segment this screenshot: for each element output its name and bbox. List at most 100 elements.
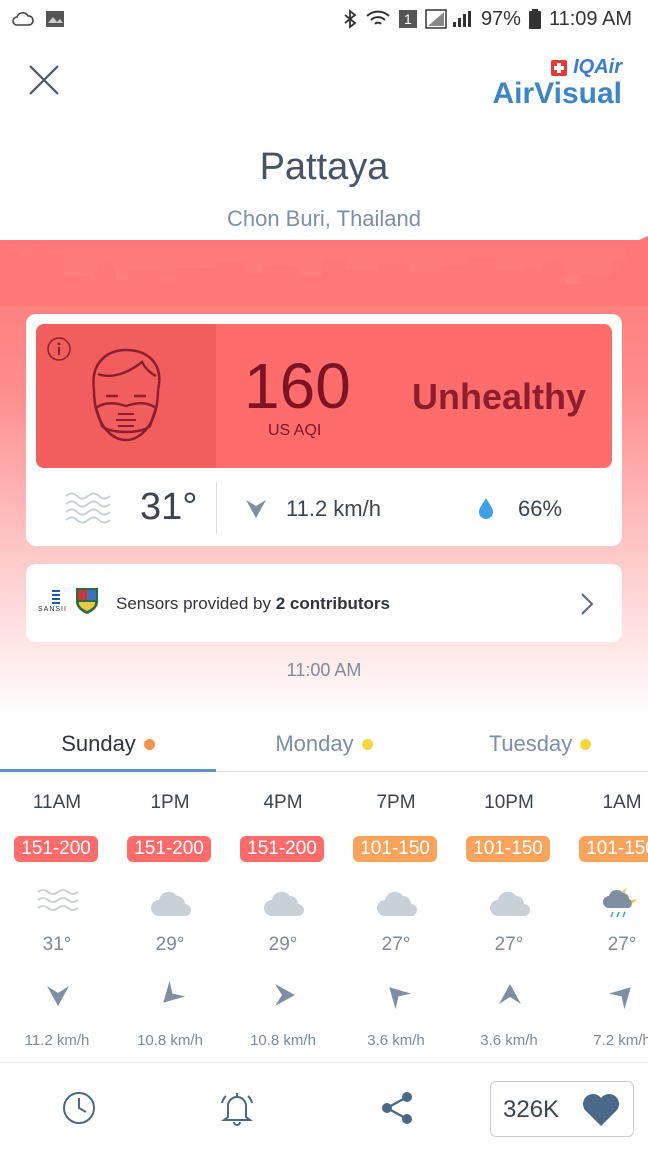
share-icon[interactable]	[378, 1089, 416, 1127]
night-rain-icon	[603, 888, 637, 918]
humidity: 66%	[518, 496, 563, 521]
hour-temp: 29°	[268, 934, 298, 955]
aqi-dot-icon	[580, 738, 592, 750]
sensors-text: Sensors provided by 2 contributors	[116, 594, 390, 614]
wind-speed: 11.2 km/h	[286, 496, 381, 521]
hour-time: 4PM	[263, 792, 303, 813]
city-name: Pattaya	[259, 146, 389, 188]
aqi-status: Unhealthy	[412, 376, 587, 417]
active-tab-indicator	[0, 769, 216, 772]
hour-aqi-chip: 151-200	[240, 836, 324, 862]
divider	[216, 482, 217, 534]
hour-temp: 31°	[42, 934, 72, 955]
southwest-wind-arrow-icon	[163, 980, 186, 1003]
update-time: 11:00 AM	[286, 660, 362, 680]
aqi-dot-icon	[143, 738, 155, 750]
hour-wind: 7.2 km/h	[593, 1032, 648, 1049]
cloud-icon	[151, 891, 191, 916]
hour-aqi-chip: 101-150	[466, 836, 550, 862]
cell-signal-icon	[425, 9, 471, 29]
cloud-icon	[377, 891, 417, 916]
battery-percent: 97%	[480, 7, 521, 30]
sansii-logo-icon	[52, 590, 60, 604]
likes-count: 326K	[503, 1096, 560, 1123]
hour-aqi-chip: 101-150	[353, 836, 437, 862]
humidity-drop-icon	[479, 498, 493, 519]
cloud-icon	[490, 891, 530, 916]
hour-temp: 27°	[494, 934, 524, 955]
hour-item: 4PM 151-200 29° 10.8 km/h	[226, 780, 340, 1060]
face-mask-icon	[92, 348, 161, 442]
cloud-upload-icon	[12, 12, 34, 26]
signal-badge: 1	[398, 10, 417, 28]
hour-temp: 29°	[155, 934, 185, 955]
hour-time: 7PM	[376, 792, 416, 813]
wind-arrow-icon	[246, 500, 266, 518]
brand-iqair: IQAir	[573, 56, 622, 78]
history-clock-icon[interactable]	[60, 1089, 98, 1127]
sansii-logo-text: SANSII	[38, 606, 67, 613]
bell-alert-icon[interactable]	[218, 1089, 256, 1127]
aqi-panel: 160 US AQI Unhealthy	[36, 324, 612, 468]
hour-item: 10PM 101-150 27° 3.6 km/h	[452, 780, 566, 1060]
chevron-right-icon[interactable]	[576, 592, 596, 616]
battery-icon	[528, 9, 541, 29]
hour-temp: 27°	[607, 934, 637, 955]
current-weather: 31° 11.2 km/h 66%	[36, 478, 612, 538]
hour-wind: 10.8 km/h	[137, 1032, 203, 1049]
like-button[interactable]: 326K	[490, 1081, 634, 1137]
close-icon[interactable]	[26, 62, 62, 98]
tab-label: Sunday	[61, 731, 136, 756]
heart-icon	[583, 1094, 619, 1126]
bluetooth-icon	[344, 9, 357, 29]
bottom-bar: 326K	[0, 1062, 648, 1152]
cloud-icon	[264, 891, 304, 916]
tab-tuesday[interactable]: Tuesday	[432, 716, 648, 772]
gallery-icon	[46, 11, 64, 27]
east-wind-arrow-icon	[275, 984, 295, 1006]
aqi-unit: US AQI	[268, 422, 322, 439]
hour-time: 1AM	[602, 792, 642, 813]
hour-time: 11AM	[32, 792, 82, 813]
hour-item: 1PM 151-200 29° 10.8 km/h	[113, 780, 227, 1060]
hour-wind: 10.8 km/h	[250, 1032, 316, 1049]
hour-time: 10PM	[484, 792, 534, 813]
info-icon[interactable]	[46, 336, 72, 362]
northwest-wind-arrow-icon	[389, 987, 412, 1010]
face-area	[36, 324, 216, 468]
haze-icon	[37, 889, 79, 911]
brand-airvisual: AirVisual	[492, 77, 622, 110]
wifi-icon	[366, 10, 390, 25]
shield-logo-icon	[76, 588, 98, 614]
brand-logo: IQAir AirVisual	[492, 56, 622, 109]
clock: 11:09 AM	[548, 7, 632, 30]
tab-monday[interactable]: Monday	[216, 716, 432, 772]
hour-aqi-chip: 151-200	[14, 836, 98, 862]
hour-item: 1AM 101-150 27° 7.2 km/h	[565, 780, 648, 1060]
hour-item: 11AM 151-200 31° 11.2 km/h	[0, 780, 114, 1060]
hour-aqi-chip: 101-150	[579, 836, 648, 862]
hour-temp: 27°	[381, 934, 411, 955]
hour-wind: 3.6 km/h	[480, 1032, 538, 1049]
sensors-card[interactable]: SANSII Sensors provided by 2 contributor…	[26, 564, 622, 642]
status-bar: 1 97% 11:09 AM	[0, 0, 648, 38]
aqi-value: 160	[244, 350, 351, 422]
temperature: 31°	[140, 486, 198, 528]
hour-time: 1PM	[150, 792, 190, 813]
haze-icon	[65, 492, 111, 524]
hour-wind: 3.6 km/h	[367, 1032, 425, 1049]
hour-item: 7PM 101-150 27° 3.6 km/h	[339, 780, 453, 1060]
hour-wind: 11.2 km/h	[24, 1032, 90, 1049]
aqi-dot-icon	[361, 738, 373, 750]
tab-label: Tuesday	[488, 731, 573, 756]
hour-aqi-chip: 151-200	[127, 836, 211, 862]
region-name: Chon Buri, Thailand	[226, 206, 422, 231]
aqi-card[interactable]: 160 US AQI Unhealthy 31° 11.2 km/h 66%	[26, 314, 622, 546]
sensors-prefix: Sensors provided by	[116, 594, 276, 613]
tab-sunday[interactable]: Sunday	[0, 716, 216, 772]
day-tabs: Sunday Monday Tuesday	[0, 716, 648, 772]
south-wind-arrow-icon	[47, 986, 69, 1006]
tab-label: Monday	[275, 731, 354, 756]
hourly-forecast[interactable]: 11AM 151-200 31° 11.2 km/h 1PM 151-200 2…	[0, 780, 648, 1060]
city-skyline	[0, 236, 648, 306]
